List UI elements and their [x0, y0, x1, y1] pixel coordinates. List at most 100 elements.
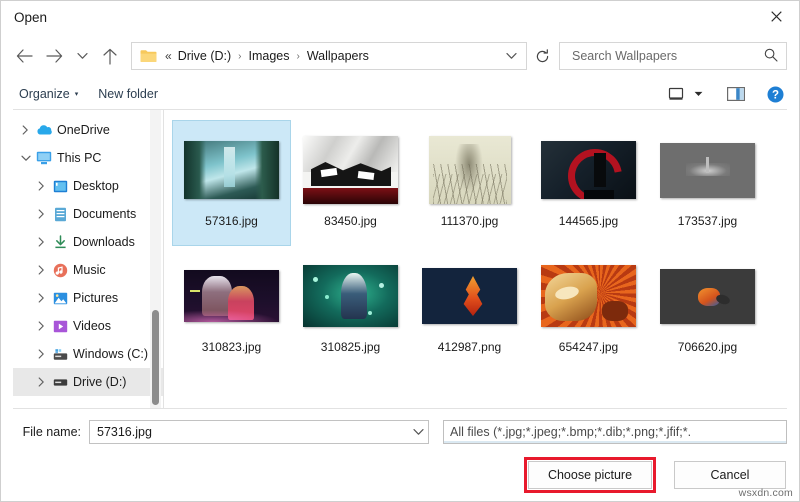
chevron-right-icon[interactable]: [33, 209, 50, 219]
sidebar-scrollbar[interactable]: [150, 110, 161, 408]
forward-button[interactable]: [39, 41, 69, 71]
chevron-right-icon[interactable]: [33, 237, 50, 247]
chevron-right-icon[interactable]: [33, 349, 50, 359]
file-item[interactable]: 173537.jpg: [648, 120, 767, 246]
preview-pane-icon[interactable]: [722, 85, 750, 103]
chevron-down-icon[interactable]: [500, 52, 522, 60]
downloads-icon: [50, 234, 70, 250]
sidebar-item-drive-d[interactable]: Drive (D:): [13, 368, 163, 396]
sidebar-item-videos[interactable]: Videos: [13, 312, 163, 340]
file-name-label: 654247.jpg: [558, 340, 619, 354]
thumbnail-holder: [422, 253, 517, 339]
chevron-down-icon[interactable]: [17, 155, 34, 162]
thumbnail-navy-flame-emblem: [422, 268, 517, 324]
sidebar-item-this-pc[interactable]: This PC: [13, 144, 163, 172]
open-file-dialog: Open « Drive (D:) › Images › Wallpapers …: [0, 0, 800, 502]
browser-panels: OneDrive This PC Desktop Documents Downl…: [13, 109, 787, 409]
breadcrumb-item-drive[interactable]: Drive (D:): [176, 47, 233, 65]
chevron-right-icon[interactable]: [33, 321, 50, 331]
new-folder-label: New folder: [98, 87, 158, 101]
file-item[interactable]: 111370.jpg: [410, 120, 529, 246]
sidebar-item-label: Drive (D:): [73, 375, 127, 389]
thumbnail-green-forest-spirits: [303, 265, 398, 327]
dialog-footer: File name: All files (*.jpg;*.jpeg;*.bmp…: [1, 409, 799, 501]
organize-button[interactable]: Organize ▾: [13, 84, 84, 104]
chevron-right-icon[interactable]: [33, 265, 50, 275]
thumbnail-sepia-grass-sketch: [428, 136, 511, 204]
up-button[interactable]: [95, 41, 125, 71]
search-input[interactable]: [570, 48, 764, 64]
file-name-label: 144565.jpg: [558, 214, 619, 228]
chevron-down-icon: ▾: [74, 90, 79, 98]
sidebar-item-windows-c[interactable]: Windows (C:): [13, 340, 163, 368]
recent-locations-button[interactable]: [69, 41, 95, 71]
file-item[interactable]: 706620.jpg: [648, 246, 767, 372]
command-bar: Organize ▾ New folder ?: [1, 79, 799, 109]
videos-icon: [50, 320, 70, 333]
chevron-right-icon[interactable]: [33, 377, 50, 387]
thumbnail-gray-orange-character: [660, 268, 755, 324]
address-bar[interactable]: « Drive (D:) › Images › Wallpapers: [131, 42, 527, 70]
search-box[interactable]: [559, 42, 787, 70]
breadcrumb-item-images[interactable]: Images: [247, 47, 292, 65]
choose-picture-button[interactable]: Choose picture: [528, 461, 652, 489]
file-item[interactable]: 83450.jpg: [291, 120, 410, 246]
chevron-down-icon[interactable]: [408, 428, 428, 436]
file-item[interactable]: 144565.jpg: [529, 120, 648, 246]
close-icon[interactable]: [753, 1, 799, 32]
view-dropdown-icon[interactable]: [689, 89, 708, 99]
breadcrumb-separator[interactable]: ›: [233, 51, 246, 62]
chevron-right-icon[interactable]: [17, 125, 34, 135]
refresh-icon[interactable]: [527, 42, 557, 70]
file-list-pane[interactable]: 57316.jpg 83450.jpg 111370.jpg 144565.jp…: [164, 110, 787, 408]
sidebar-item-onedrive[interactable]: OneDrive: [13, 116, 163, 144]
sidebar-item-label: Windows (C:): [73, 347, 149, 361]
thumbnail-holder: [303, 253, 398, 339]
sidebar-item-documents[interactable]: Documents: [13, 200, 163, 228]
sidebar-scrollbar-thumb[interactable]: [152, 310, 159, 405]
file-item[interactable]: 310823.jpg: [172, 246, 291, 372]
folder-icon: [140, 49, 157, 63]
sidebar-item-label: Music: [73, 263, 106, 277]
thumbnail-holder: [184, 127, 279, 213]
organize-label: Organize: [19, 87, 70, 101]
sidebar-item-desktop[interactable]: Desktop: [13, 172, 163, 200]
file-name-input[interactable]: [95, 424, 408, 440]
chevron-right-icon[interactable]: [33, 293, 50, 303]
file-item[interactable]: 57316.jpg: [172, 120, 291, 246]
breadcrumb-separator[interactable]: ›: [292, 51, 305, 62]
chevron-right-icon[interactable]: [33, 181, 50, 191]
sidebar-item-label: Downloads: [73, 235, 135, 249]
sidebar-item-downloads[interactable]: Downloads: [13, 228, 163, 256]
file-item[interactable]: 310825.jpg: [291, 246, 410, 372]
thumbnail-holder: [184, 253, 279, 339]
back-button[interactable]: [9, 41, 39, 71]
file-name-label: 57316.jpg: [205, 214, 258, 228]
music-icon: [50, 263, 70, 278]
file-name-label: 83450.jpg: [324, 214, 377, 228]
sidebar-item-label: This PC: [57, 151, 102, 165]
help-icon[interactable]: ?: [762, 84, 789, 105]
file-item[interactable]: 412987.png: [410, 246, 529, 372]
file-name-label: 706620.jpg: [677, 340, 738, 354]
breadcrumb-item-wallpapers[interactable]: Wallpapers: [305, 47, 371, 65]
view-layout-icon[interactable]: [663, 85, 689, 103]
new-folder-button[interactable]: New folder: [92, 84, 164, 104]
file-name-combobox[interactable]: [89, 420, 429, 444]
search-icon[interactable]: [764, 48, 778, 65]
file-type-filter[interactable]: All files (*.jpg;*.jpeg;*.bmp;*.dib;*.pn…: [443, 420, 787, 444]
file-name-label: 412987.png: [437, 340, 502, 354]
sidebar-item-music[interactable]: Music: [13, 256, 163, 284]
cancel-button[interactable]: Cancel: [674, 461, 786, 489]
thumbnail-teal-forest-waterfall: [184, 141, 279, 199]
file-name-label: 310823.jpg: [201, 340, 262, 354]
breadcrumb-overflow[interactable]: «: [163, 49, 176, 63]
thumbnail-holder: [660, 253, 755, 339]
file-name-label: 111370.jpg: [440, 214, 499, 228]
thumbnail-dark-figure-red-moon: [541, 141, 636, 199]
sidebar-item-pictures[interactable]: Pictures: [13, 284, 163, 312]
onedrive-cloud-icon: [34, 124, 54, 136]
choose-picture-highlight: Choose picture: [524, 457, 656, 493]
file-item[interactable]: 654247.jpg: [529, 246, 648, 372]
drive-c-icon: [50, 348, 70, 361]
